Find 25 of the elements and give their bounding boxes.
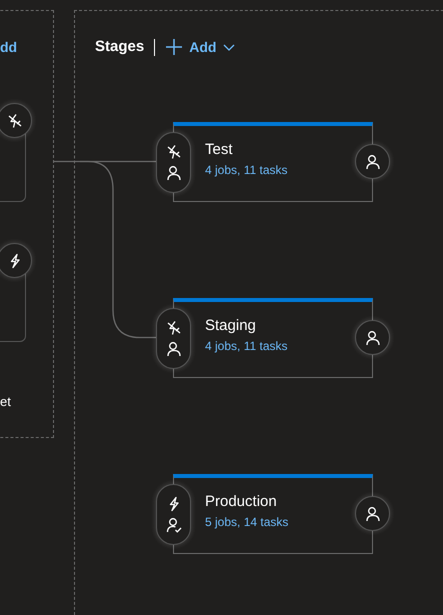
stage-card[interactable]: Staging 4 jobs, 11 tasks <box>156 298 391 378</box>
add-link[interactable]: dd <box>0 37 18 58</box>
person-icon <box>364 154 380 170</box>
stage-summary-link[interactable]: 5 jobs, 14 tasks <box>205 512 288 532</box>
stage-card[interactable]: Production 5 jobs, 14 tasks <box>156 474 391 554</box>
add-button[interactable]: Add <box>165 36 236 58</box>
post-deployment-button[interactable] <box>355 320 390 355</box>
stage-card[interactable]: Test 4 jobs, 11 tasks <box>156 122 391 202</box>
plus-icon <box>165 38 184 56</box>
stage-summary-link[interactable]: 4 jobs, 11 tasks <box>205 160 288 180</box>
stage-name: Production <box>205 492 277 512</box>
stage-summary-link[interactable]: 4 jobs, 11 tasks <box>205 336 288 356</box>
trigger-button[interactable] <box>0 103 32 138</box>
stage-name: Staging <box>205 316 256 336</box>
pre-deployment-button[interactable] <box>156 484 191 545</box>
stage-name: Test <box>205 140 233 160</box>
post-deployment-button[interactable] <box>355 496 390 531</box>
pre-deployment-button[interactable] <box>156 308 191 369</box>
person-icon <box>364 506 380 522</box>
post-deployment-button[interactable] <box>355 144 390 179</box>
person-icon <box>364 330 380 346</box>
pre-deployment-button[interactable] <box>156 132 191 193</box>
footer-text: et <box>0 393 11 411</box>
stages-title: Stages <box>95 37 144 57</box>
trigger-button[interactable] <box>0 243 32 278</box>
